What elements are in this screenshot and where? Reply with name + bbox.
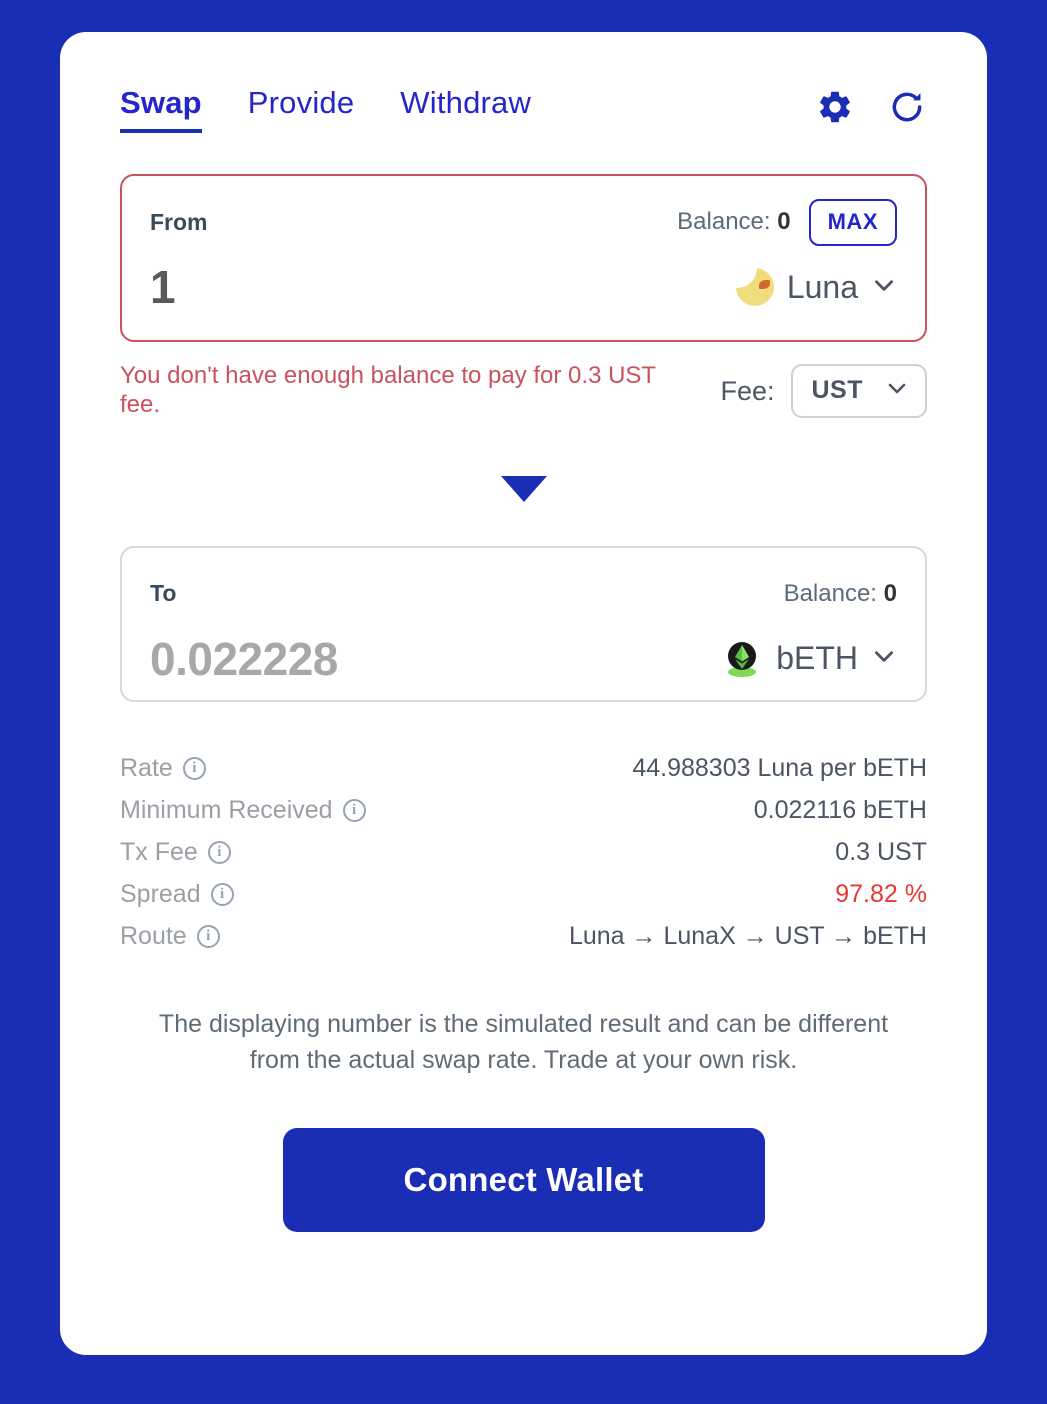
- detail-row-rate: Rate i 44.988303 Luna per bETH: [120, 748, 927, 790]
- detail-value-rate: 44.988303 Luna per bETH: [632, 754, 927, 783]
- detail-label-tx-fee: Tx Fee i: [120, 838, 231, 867]
- app-root: Swap Provide Withdraw From Balance: 0 MA…: [0, 0, 1047, 1404]
- to-box-header: To Balance: 0: [150, 572, 897, 616]
- gear-icon[interactable]: [815, 87, 855, 127]
- connect-wallet-wrap: Connect Wallet: [120, 1128, 927, 1233]
- detail-label-spread-text: Spread: [120, 880, 201, 909]
- detail-row-tx-fee: Tx Fee i 0.3 UST: [120, 832, 927, 874]
- info-icon[interactable]: i: [207, 841, 231, 865]
- luna-token-icon: [735, 268, 774, 306]
- from-box-body: 1 Luna: [150, 258, 897, 316]
- detail-row-route: Route i Luna → LunaX → UST → bETH: [120, 916, 927, 958]
- from-box-header: From Balance: 0 MAX: [150, 198, 897, 246]
- detail-label-spread: Spread i: [120, 880, 234, 909]
- chevron-down-icon: [871, 643, 897, 674]
- to-amount-input[interactable]: 0.022228: [150, 632, 338, 686]
- detail-label-minimum-received-text: Minimum Received: [120, 796, 333, 825]
- detail-value-tx-fee: 0.3 UST: [835, 838, 927, 867]
- simulation-disclaimer: The displaying number is the simulated r…: [158, 1009, 889, 1074]
- tab-swap[interactable]: Swap: [120, 85, 202, 133]
- to-balance-value: 0: [883, 579, 897, 607]
- swap-card: Swap Provide Withdraw From Balance: 0 MA…: [60, 32, 987, 1355]
- from-amount-input[interactable]: 1: [150, 260, 176, 314]
- from-box-header-right: Balance: 0 MAX: [677, 198, 897, 246]
- beth-token-icon: [721, 638, 763, 680]
- info-icon[interactable]: i: [196, 925, 220, 949]
- to-token-box: To Balance: 0 0.022228 bETH: [120, 545, 927, 702]
- detail-label-rate-text: Rate: [120, 754, 173, 783]
- detail-row-minimum-received: Minimum Received i 0.022116 bETH: [120, 790, 927, 832]
- to-token-name: bETH: [776, 640, 858, 677]
- tab-withdraw[interactable]: Withdraw: [400, 85, 531, 129]
- detail-label-minimum-received: Minimum Received i: [120, 796, 366, 825]
- from-token-box: From Balance: 0 MAX 1 Luna: [120, 174, 927, 342]
- refresh-icon[interactable]: [887, 87, 927, 127]
- swap-details-list: Rate i 44.988303 Luna per bETH Minimum R…: [120, 748, 927, 958]
- chevron-down-icon: [871, 272, 897, 303]
- arrow-down-icon: [500, 475, 547, 502]
- from-balance-value: 0: [777, 208, 791, 235]
- detail-value-minimum-received: 0.022116 bETH: [753, 796, 927, 825]
- detail-value-route: Luna → LunaX → UST → bETH: [568, 922, 927, 951]
- tabs-row: Swap Provide Withdraw: [120, 32, 927, 133]
- info-icon[interactable]: i: [210, 883, 234, 907]
- to-box-body: 0.022228 bETH: [150, 630, 897, 688]
- fee-group: Fee: UST: [720, 362, 927, 418]
- detail-label-tx-fee-text: Tx Fee: [120, 838, 198, 867]
- to-box-header-right: Balance: 0: [784, 580, 897, 608]
- from-token-selector[interactable]: Luna: [735, 268, 897, 306]
- to-token-selector[interactable]: bETH: [721, 638, 897, 680]
- detail-label-rate: Rate i: [120, 754, 206, 783]
- to-balance-label: Balance:: [783, 579, 877, 607]
- balance-error-message: You don't have enough balance to pay for…: [120, 362, 656, 418]
- detail-value-spread: 97.82 %: [835, 880, 927, 909]
- chevron-down-icon: [885, 376, 909, 405]
- detail-row-spread: Spread i 97.82 %: [120, 874, 927, 916]
- connect-wallet-button[interactable]: Connect Wallet: [282, 1128, 765, 1233]
- detail-label-route: Route i: [120, 922, 220, 951]
- info-icon[interactable]: i: [342, 799, 366, 823]
- max-button[interactable]: MAX: [808, 198, 897, 246]
- to-balance: Balance: 0: [784, 580, 897, 608]
- fee-currency-select[interactable]: UST: [790, 364, 927, 418]
- fee-currency-value: UST: [811, 376, 863, 404]
- swap-direction-button[interactable]: [120, 475, 927, 502]
- tab-actions: [815, 87, 927, 131]
- detail-label-route-text: Route: [120, 922, 187, 951]
- info-icon[interactable]: i: [182, 757, 206, 781]
- fee-label: Fee:: [720, 375, 775, 406]
- tab-list: Swap Provide Withdraw: [120, 85, 531, 133]
- error-and-fee-row: You don't have enough balance to pay for…: [120, 362, 927, 420]
- from-balance: Balance: 0: [677, 208, 790, 236]
- from-balance-label: Balance:: [677, 208, 771, 235]
- tab-provide[interactable]: Provide: [248, 85, 355, 129]
- from-label: From: [150, 208, 208, 235]
- to-label: To: [150, 580, 177, 607]
- from-token-name: Luna: [786, 268, 858, 305]
